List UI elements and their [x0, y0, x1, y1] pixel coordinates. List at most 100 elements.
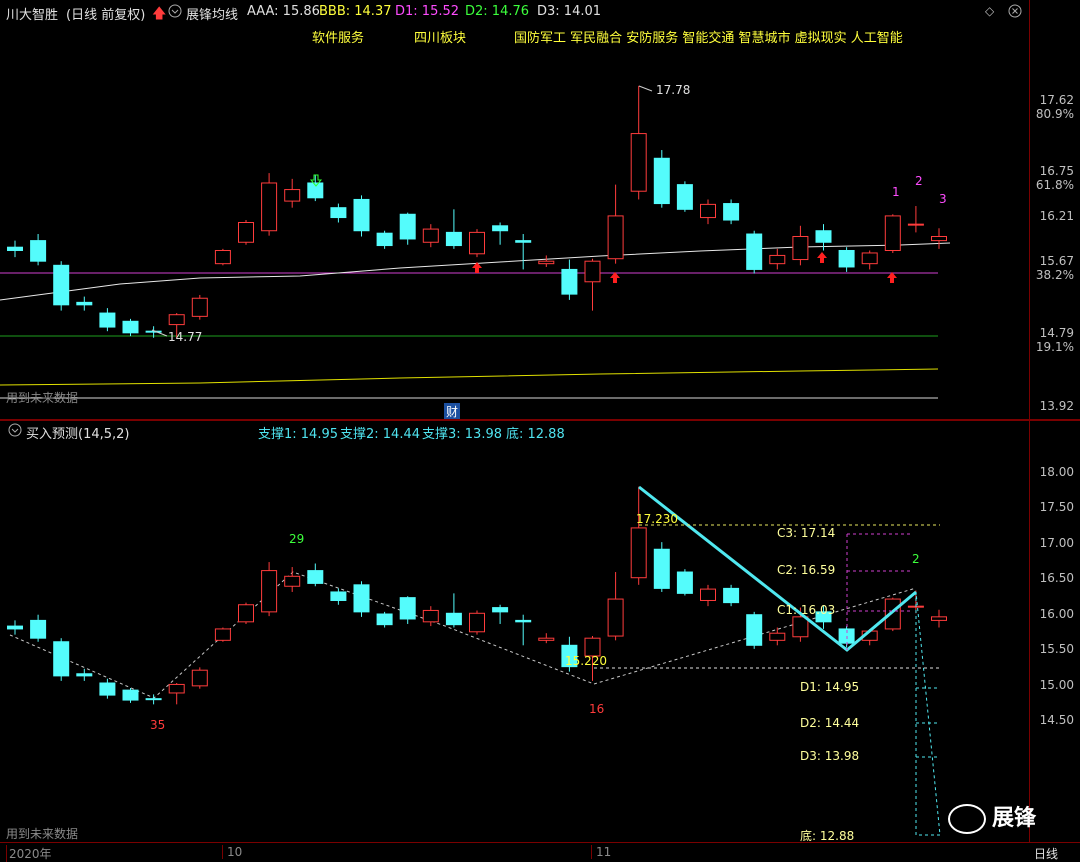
price-axis-border	[1029, 0, 1030, 842]
d1-value: D1: 15.52	[395, 4, 460, 19]
candle	[907, 206, 924, 233]
candle	[284, 178, 301, 208]
candle	[653, 150, 670, 208]
candle	[792, 225, 809, 266]
axis-price: 14.50	[1039, 713, 1074, 727]
forecast-candle	[653, 542, 670, 592]
candle	[76, 296, 93, 311]
diamond-icon[interactable]: ◇	[985, 4, 994, 18]
axis-price: 16.00	[1039, 607, 1074, 621]
finance-marker[interactable]: 财	[444, 403, 461, 420]
c2-label: C2: 16.59	[777, 563, 836, 577]
wave-label-16: 16	[589, 702, 605, 716]
forecast-candle	[769, 627, 786, 646]
candle	[53, 261, 70, 311]
wave-label-2: 2	[912, 552, 920, 566]
bottom-value: 底: 12.88	[506, 427, 565, 442]
support-2: 支撑2: 14.44	[340, 427, 420, 442]
axis-price: 16.75	[1039, 164, 1074, 178]
forecast-candle	[168, 683, 185, 705]
d2-value: D2: 14.76	[465, 4, 530, 19]
peak-price-label: 17.78	[656, 83, 691, 97]
candle	[584, 258, 601, 311]
candle	[399, 212, 416, 245]
buy-arrow-icon	[887, 272, 897, 283]
forecast-candle	[214, 627, 231, 642]
drop-projection	[915, 591, 941, 836]
candle	[861, 250, 878, 270]
candle	[469, 229, 485, 258]
candle	[492, 222, 509, 245]
close-icon[interactable]	[1008, 4, 1022, 21]
axis-price: 16.50	[1039, 571, 1074, 585]
candle	[607, 184, 624, 264]
candle	[214, 248, 231, 266]
indicator-settings-icon[interactable]	[8, 423, 22, 440]
buy-arrow-icon	[817, 252, 827, 263]
forecast-candle	[931, 609, 947, 628]
forecast-candle	[515, 614, 532, 646]
axis-pct: 38.2%	[1035, 268, 1074, 282]
aaa-value: AAA: 15.86	[247, 4, 320, 19]
tag-concepts[interactable]: 国防军工 军民融合 安防服务 智能交通 智慧城市 虚拟现实 人工智能	[514, 27, 903, 46]
forecast-candle	[122, 687, 139, 703]
axis-price: 18.00	[1039, 465, 1074, 479]
forecast-chart[interactable]	[0, 421, 1080, 842]
indicator-name: 展锋均线	[186, 8, 239, 23]
period-button[interactable]: 日线	[1034, 845, 1058, 862]
wave-label-35: 35	[150, 718, 166, 732]
indicator-settings-icon[interactable]	[168, 4, 182, 21]
d3-label: D3: 13.98	[800, 749, 860, 763]
forecast-pane[interactable]: 买入预测(14,5,2) 支撑1: 14.95 支撑2: 14.44 支撑3: …	[0, 421, 1080, 842]
d3-value: D3: 14.01	[537, 4, 602, 19]
candle	[422, 224, 439, 248]
forecast-candle	[700, 584, 716, 607]
buy-arrow-icon	[610, 272, 620, 283]
candle	[538, 255, 555, 267]
d1-label: D1: 14.95	[800, 680, 860, 694]
forecast-candle	[445, 593, 462, 628]
candle	[884, 214, 901, 253]
candle	[99, 308, 116, 332]
forecast-candle	[353, 581, 370, 617]
candle	[561, 259, 578, 300]
forecast-candle	[53, 638, 70, 681]
forecast-candle	[284, 567, 301, 592]
candle	[307, 174, 324, 202]
low-price-label: 15.220	[565, 654, 607, 668]
forecast-candle	[492, 604, 509, 624]
forecast-candle	[191, 667, 208, 689]
time-axis[interactable]: 2020年 10 11 日线	[0, 842, 1080, 862]
candle	[630, 85, 647, 200]
candle	[376, 230, 393, 249]
axis-price: 17.50	[1039, 500, 1074, 514]
candle	[746, 230, 763, 274]
forecast-candle	[399, 596, 416, 624]
chart-mode: (日线 前复权)	[66, 8, 146, 23]
forecast-indicator-name: 买入预测(14,5,2)	[26, 427, 130, 442]
forecast-candle	[630, 486, 647, 585]
axis-price: 13.92	[1039, 399, 1074, 413]
candlestick-chart[interactable]	[0, 0, 1080, 420]
axis-price: 16.21	[1039, 209, 1074, 223]
forecast-candle	[330, 588, 347, 605]
candle	[330, 203, 347, 223]
tag-software[interactable]: 软件服务	[312, 27, 364, 46]
candle	[838, 247, 855, 272]
bottom-label: 底: 12.88	[800, 829, 855, 842]
time-label-nov: 11	[591, 845, 611, 859]
signal-1: 1	[892, 185, 900, 199]
forecast-candle	[238, 602, 254, 624]
high-price-label: 17.230	[636, 512, 678, 526]
main-chart-pane[interactable]: 川大智胜 (日线 前复权) 🡅 展锋均线 AAA: 15.86 BBB: 14.…	[0, 0, 1080, 420]
candle	[353, 195, 370, 237]
forecast-candle	[30, 614, 47, 642]
wave-label-29: 29	[289, 532, 305, 546]
forecast-candle	[76, 668, 93, 681]
watermark: 展锋	[948, 800, 1036, 834]
support-1: 支撑1: 14.95	[258, 427, 338, 442]
tag-sichuan[interactable]: 四川板块	[414, 27, 466, 46]
axis-pct: 61.8%	[1035, 178, 1074, 192]
axis-price: 15.50	[1039, 642, 1074, 656]
future-data-note: 用到未来数据	[6, 827, 79, 841]
